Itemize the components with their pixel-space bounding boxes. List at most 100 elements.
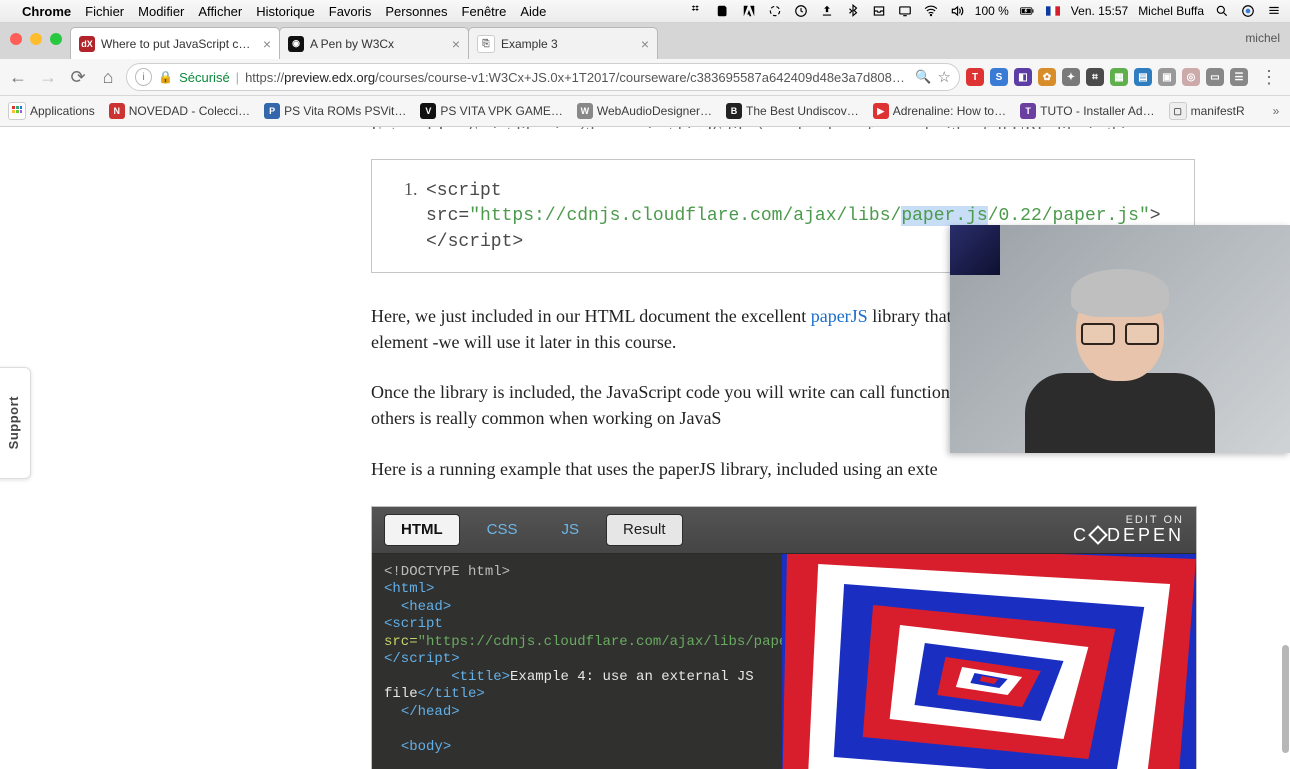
volume-icon[interactable] xyxy=(949,3,965,19)
share-icon[interactable] xyxy=(819,3,835,19)
secure-label: Sécurisé xyxy=(179,70,230,85)
bookmark-item[interactable]: PPS Vita ROMs PSVit… xyxy=(264,103,406,119)
codepen-result-preview xyxy=(782,554,1196,769)
forward-button: → xyxy=(36,67,60,88)
menu-history[interactable]: Historique xyxy=(256,4,315,19)
codepen-tab-result[interactable]: Result xyxy=(606,514,683,546)
apps-shortcut[interactable]: Applications xyxy=(8,102,95,120)
bookmark-item[interactable]: BThe Best Undiscov… xyxy=(726,103,859,119)
menu-edit[interactable]: Modifier xyxy=(138,4,184,19)
macos-menubar: Chrome Fichier Modifier Afficher Histori… xyxy=(0,0,1290,23)
spiral-artwork-icon xyxy=(782,554,1196,769)
paperjs-link[interactable]: paperJS xyxy=(811,306,868,326)
ext-icon[interactable]: ◧ xyxy=(1014,68,1032,86)
address-bar[interactable]: i 🔒 Sécurisé | https://preview.edx.org/c… xyxy=(126,63,960,91)
ext-icon[interactable]: S xyxy=(990,68,1008,86)
menu-bookmarks[interactable]: Favoris xyxy=(329,4,372,19)
bookmark-star-icon[interactable]: ☆ xyxy=(938,68,951,86)
window-controls xyxy=(10,33,62,45)
favicon-icon: ◉ xyxy=(288,36,304,52)
codepen-edit-link[interactable]: EDIT ON CDEPEN xyxy=(1073,514,1184,546)
tab-close-icon[interactable]: × xyxy=(263,36,271,52)
favicon-icon: dX xyxy=(79,36,95,52)
reload-button[interactable]: ⟳ xyxy=(66,67,90,88)
ext-icon[interactable]: ▣ xyxy=(1158,68,1176,86)
window-close-button[interactable] xyxy=(10,33,22,45)
menu-window[interactable]: Fenêtre xyxy=(462,4,507,19)
flag-fr-icon[interactable] xyxy=(1045,3,1061,19)
spotlight-icon[interactable] xyxy=(1214,3,1230,19)
siri-icon[interactable] xyxy=(1240,3,1256,19)
menu-view[interactable]: Afficher xyxy=(198,4,242,19)
wifi-icon[interactable] xyxy=(923,3,939,19)
codepen-tab-js[interactable]: JS xyxy=(545,514,597,546)
menubar-username[interactable]: Michel Buffa xyxy=(1138,4,1204,18)
ext-icon[interactable]: ◎ xyxy=(1182,68,1200,86)
bookmarks-overflow-icon[interactable]: » xyxy=(1273,104,1280,118)
codepen-embed: HTML CSS JS Result EDIT ON CDEPEN <!DOCT… xyxy=(371,506,1197,769)
presenter-avatar-icon xyxy=(1020,263,1220,453)
browser-toolbar: ← → ⟳ ⌂ i 🔒 Sécurisé | https://preview.e… xyxy=(0,59,1290,96)
home-button[interactable]: ⌂ xyxy=(96,67,120,88)
zoom-icon[interactable]: 🔍 xyxy=(915,69,931,85)
battery-percent: 100 % xyxy=(975,4,1009,18)
menu-people[interactable]: Personnes xyxy=(385,4,447,19)
favicon-icon: ⎘ xyxy=(477,35,495,53)
notification-center-icon[interactable] xyxy=(1266,3,1282,19)
menubar-clock[interactable]: Ven. 15:57 xyxy=(1071,4,1128,18)
menu-help[interactable]: Aide xyxy=(520,4,546,19)
ext-icon[interactable]: ✿ xyxy=(1038,68,1056,86)
browser-tab-1[interactable]: ◉ A Pen by W3Cx × xyxy=(279,27,469,59)
ext-icon[interactable]: ▦ xyxy=(1110,68,1128,86)
ext-icon[interactable]: ☰ xyxy=(1230,68,1248,86)
adobe-icon[interactable] xyxy=(741,3,757,19)
tab-title: A Pen by W3Cx xyxy=(310,37,446,51)
battery-icon[interactable] xyxy=(1019,3,1035,19)
browser-tab-2[interactable]: ⎘ Example 3 × xyxy=(468,27,658,59)
bookmark-item[interactable]: WWebAudioDesigner… xyxy=(577,103,712,119)
chrome-profile-name[interactable]: michel xyxy=(1245,31,1280,45)
display-icon[interactable] xyxy=(897,3,913,19)
tab-title: Example 3 xyxy=(501,37,635,51)
codepen-tab-html[interactable]: HTML xyxy=(384,514,460,546)
extension-icons: T S ◧ ✿ ✦ ⌗ ▦ ▤ ▣ ◎ ▭ ☰ xyxy=(966,68,1248,86)
article-truncated-line: External JavaScript libraries (they are … xyxy=(371,127,1195,129)
ext-icon[interactable]: ✦ xyxy=(1062,68,1080,86)
ext-icon[interactable]: ⌗ xyxy=(1086,68,1104,86)
codepen-toolbar: HTML CSS JS Result EDIT ON CDEPEN xyxy=(372,507,1196,554)
tab-close-icon[interactable]: × xyxy=(452,36,460,52)
ext-icon[interactable]: ▤ xyxy=(1134,68,1152,86)
url-text: https://preview.edx.org/courses/course-v… xyxy=(245,70,909,85)
lock-icon: 🔒 xyxy=(158,70,173,84)
browser-tab-0[interactable]: dX Where to put JavaScript code × xyxy=(70,27,280,59)
bookmark-item[interactable]: VPS VITA VPK GAME… xyxy=(420,103,562,119)
dropbox-icon[interactable] xyxy=(689,3,705,19)
bookmark-item[interactable]: NNOVEDAD - Colecci… xyxy=(109,103,250,119)
chrome-window: dX Where to put JavaScript code × ◉ A Pe… xyxy=(0,23,1290,769)
ext-icon[interactable]: T xyxy=(966,68,984,86)
spinner-icon[interactable] xyxy=(767,3,783,19)
bookmark-item[interactable]: TTUTO - Installer Ad… xyxy=(1020,103,1154,119)
window-minimize-button[interactable] xyxy=(30,33,42,45)
chrome-menu-icon[interactable]: ⋮ xyxy=(1254,67,1284,88)
menu-file[interactable]: Fichier xyxy=(85,4,124,19)
codepen-tab-css[interactable]: CSS xyxy=(470,514,535,546)
inbox-icon[interactable] xyxy=(871,3,887,19)
back-button[interactable]: ← xyxy=(6,67,30,88)
bookmark-item[interactable]: ▢manifestR xyxy=(1169,102,1245,120)
clock-icon[interactable] xyxy=(793,3,809,19)
tab-title: Where to put JavaScript code xyxy=(101,37,257,51)
tab-strip: dX Where to put JavaScript code × ◉ A Pe… xyxy=(0,23,1290,59)
site-info-icon[interactable]: i xyxy=(135,68,152,86)
tab-close-icon[interactable]: × xyxy=(641,36,649,52)
bluetooth-icon[interactable] xyxy=(845,3,861,19)
window-maximize-button[interactable] xyxy=(50,33,62,45)
ext-icon[interactable]: ▭ xyxy=(1206,68,1224,86)
bookmark-item[interactable]: ▶Adrenaline: How to… xyxy=(873,103,1006,119)
page-viewport: Support External JavaScript libraries (t… xyxy=(0,127,1290,769)
page-scrollbar[interactable] xyxy=(1282,645,1289,753)
evernote-icon[interactable] xyxy=(715,3,731,19)
codepen-code-editor[interactable]: <!DOCTYPE html> <html> <head> <script sr… xyxy=(372,554,782,769)
app-name[interactable]: Chrome xyxy=(22,4,71,19)
webcam-overlay xyxy=(950,225,1290,453)
